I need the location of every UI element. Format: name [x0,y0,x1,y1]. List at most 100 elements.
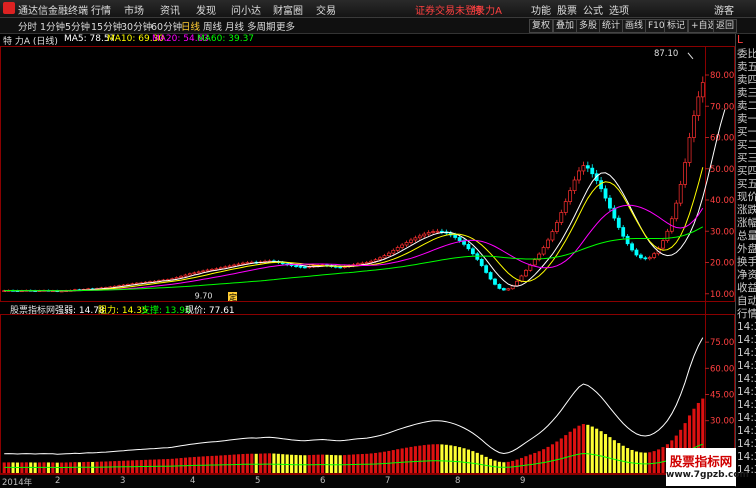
mark-button[interactable]: 标记 [664,19,689,33]
indicator-bar [449,445,453,473]
back-button[interactable]: 返回 [713,19,738,33]
tf-60min[interactable]: 60分钟 [151,19,182,33]
indicator-bar [418,445,422,473]
menu-function[interactable]: 功能 [531,2,551,17]
tf-more[interactable]: 更多 [276,19,295,33]
menu-formula[interactable]: 公式 [583,2,603,17]
multi-stock-button[interactable]: 多股 [576,19,601,33]
indicator-bar [577,425,581,473]
indicator-bar [528,454,532,473]
indicator-bar [387,450,391,473]
side-panel-item[interactable]: 14:35 [737,334,756,347]
side-panel-item[interactable]: 14:35 [737,438,756,451]
indicator-bar [263,453,267,473]
side-panel-item: 卖四 [737,74,756,86]
side-panel-item: 外盘 [737,243,756,255]
indicator-bar [316,454,320,473]
ma-legend: 特 力A (日线) MA5: 78.57 MA10: 69.30 MA20: 5… [0,34,706,47]
tf-30min[interactable]: 30分钟 [121,19,152,33]
candle-body [302,266,307,269]
menu-options[interactable]: 选项 [609,2,629,17]
side-panel-item[interactable]: 14:34 [737,321,756,334]
price-axis-label: 70.00 [710,102,734,112]
price-axis-label: 30.00 [710,227,734,237]
ind-axis-label: 75.00 [710,338,734,348]
tf-intraday[interactable]: 分时 [18,19,37,33]
candle-body [634,249,639,256]
side-panel-item[interactable]: 14:35 [737,373,756,386]
menu-item-market[interactable]: 市场 [124,2,144,17]
side-panel-item: 现价 [737,191,756,203]
kline-chart[interactable]: 80.00 70.00 60.00 50.00 40.00 30.00 20.00 10.00… [0,46,735,474]
guest-user[interactable]: 游客 [714,2,734,17]
indicator-bar [356,454,360,473]
candle-body [683,162,688,185]
menu-item-ask[interactable]: 问小达 [231,2,261,17]
tf-15min[interactable]: 15分钟 [91,19,122,33]
indicator-bar [590,426,594,473]
draw-button[interactable]: 画线 [622,19,647,33]
indicator-bar [241,454,245,473]
indicator-bar [617,443,621,473]
indicator-bar [599,431,603,473]
indicator-bar [444,444,448,473]
indicator-bar [254,453,258,473]
indicator-bar [250,453,254,473]
indicator-bar [294,454,298,473]
side-panel-item[interactable]: 14:35 [737,347,756,360]
menu-item-trade[interactable]: 交易 [316,2,336,17]
candle-body [638,254,643,259]
candle-body [179,275,183,278]
candle-body [386,252,391,256]
adjust-button[interactable]: 复权 [529,19,554,33]
side-panel-item[interactable]: 14:35 [737,399,756,412]
side-panel-item[interactable]: 行情 [737,308,756,321]
menu-item-quotes[interactable]: 行情 [91,2,111,17]
indicator-bar [595,428,599,473]
side-panel-item[interactable]: 14:35 [737,386,756,399]
menu-item-wealth[interactable]: 财富圈 [273,2,303,17]
indicator-bar [652,451,656,473]
candle-body [338,266,343,269]
tf-1min[interactable]: 1分钟 [40,19,65,33]
candle-body [413,237,418,241]
candle-body [479,259,484,266]
menu-item-news[interactable]: 资讯 [160,2,180,17]
candle-body [647,257,652,260]
side-panel-item: 买二 [737,139,756,151]
indicator-bar [374,452,378,473]
indicator-bar [382,451,386,473]
candle-body [696,96,701,116]
tf-multi[interactable]: 多周期 [247,19,276,33]
indicator-bar [223,455,227,473]
side-panel-header: L [737,34,743,46]
side-panel-item[interactable]: 14:35 [737,360,756,373]
side-panel-item[interactable]: 14:35 [737,451,756,464]
indicator-bar [422,445,426,473]
candle-body [201,270,206,273]
time-axis-label: 9 [520,476,526,486]
indicator-bar [581,424,585,473]
ind-axis-label: 60.00 [710,364,734,374]
tf-5min[interactable]: 5分钟 [65,19,90,33]
tf-monthly[interactable]: 月线 [225,19,244,33]
side-panel-item: 卖一 [737,113,756,125]
overlay-button[interactable]: 叠加 [553,19,578,33]
side-panel-item[interactable]: 14:35 [737,412,756,425]
indicator-bar [537,451,541,473]
indicator-bar [343,455,347,473]
indicator-bar [298,455,302,473]
ma20-line [4,204,704,292]
side-panel-item[interactable]: 自动 [737,295,756,308]
ma5-line [4,109,726,292]
tf-weekly[interactable]: 周线 [203,19,222,33]
indicator-bar [466,449,471,473]
tf-daily[interactable]: 日线 [181,19,200,33]
indicator-bar [396,449,400,473]
low-price-label: 9.70 [195,292,213,301]
menu-stock[interactable]: 股票 [557,2,577,17]
stats-button[interactable]: 统计 [599,19,624,33]
menu-item-discover[interactable]: 发现 [196,2,216,17]
candle-body [608,197,612,209]
side-panel-item[interactable]: 14:35 [737,425,756,438]
